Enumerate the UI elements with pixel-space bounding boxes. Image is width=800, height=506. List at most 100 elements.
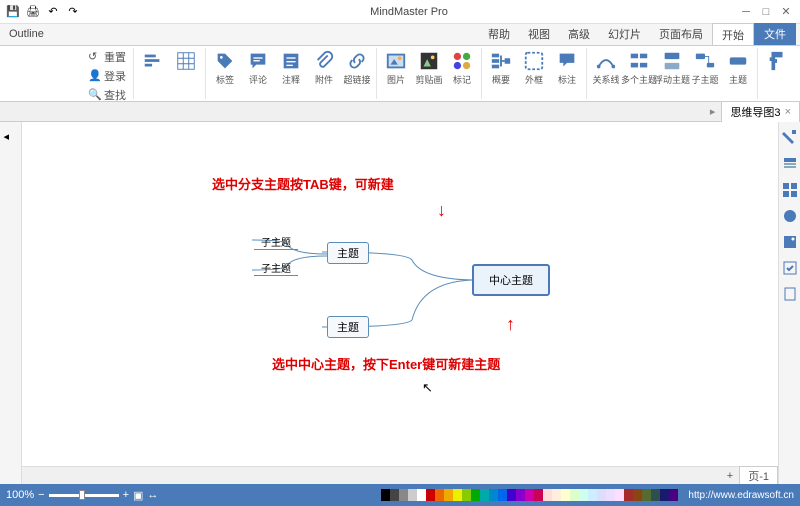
arrow-down-icon: ↓	[437, 200, 446, 221]
color-swatch[interactable]	[498, 489, 507, 501]
theme-panel-icon[interactable]	[782, 156, 798, 172]
multiple-topic-button[interactable]: 多个主题	[624, 48, 654, 86]
color-swatch[interactable]	[408, 489, 417, 501]
color-swatch[interactable]	[507, 489, 516, 501]
subtopic-node-1[interactable]: 子主题	[254, 234, 298, 250]
clipart-button[interactable]: 剪贴画	[414, 48, 444, 86]
slideshow-tab[interactable]: 幻灯片	[599, 23, 650, 45]
mark-button[interactable]: 标记	[447, 48, 477, 86]
zoom-level: 100%	[6, 489, 34, 501]
color-swatch[interactable]	[633, 489, 642, 501]
tag-button[interactable]: 标签	[210, 48, 240, 86]
doc-name: 思维导图3	[730, 104, 780, 120]
page-tab[interactable]: 页-1	[739, 466, 778, 486]
color-swatch[interactable]	[588, 489, 597, 501]
attachment-button[interactable]: 附件	[309, 48, 339, 86]
help-tab[interactable]: 帮助	[479, 23, 519, 45]
redo-icon[interactable]: ↷	[66, 5, 80, 19]
collapse-icon[interactable]: ◂	[4, 130, 18, 144]
color-swatch[interactable]	[453, 489, 462, 501]
color-swatch[interactable]	[462, 489, 471, 501]
boundary-button[interactable]: 外框	[519, 48, 549, 86]
minimize-button[interactable]: ─	[740, 6, 752, 18]
color-swatch[interactable]	[615, 489, 624, 501]
hyperlink-button[interactable]: 超链接	[342, 48, 372, 86]
color-swatch[interactable]	[426, 489, 435, 501]
color-swatch[interactable]	[651, 489, 660, 501]
topic-button[interactable]: 主题	[723, 48, 753, 86]
summary-button[interactable]: 概要	[486, 48, 516, 86]
color-swatch[interactable]	[489, 489, 498, 501]
color-swatch[interactable]	[561, 489, 570, 501]
color-swatch[interactable]	[543, 489, 552, 501]
save-icon[interactable]: 💾	[6, 5, 20, 19]
relation-button[interactable]: 关系线	[591, 48, 621, 86]
left-sidebar: ◂	[0, 122, 22, 484]
icon-panel-icon[interactable]	[782, 208, 798, 224]
color-swatch[interactable]	[525, 489, 534, 501]
color-swatch[interactable]	[480, 489, 489, 501]
gantt-button[interactable]	[138, 48, 168, 86]
floating-topic-button[interactable]: 浮动主题	[657, 48, 687, 86]
color-swatch[interactable]	[606, 489, 615, 501]
close-button[interactable]: ✕	[780, 6, 792, 18]
color-swatch[interactable]	[516, 489, 525, 501]
topic-node-2[interactable]: 主题	[327, 316, 369, 338]
comment-button[interactable]: 评论	[243, 48, 273, 86]
maximize-button[interactable]: □	[760, 6, 772, 18]
picture-button[interactable]: 图片	[381, 48, 411, 86]
central-topic-node[interactable]: 中心主题	[472, 264, 550, 296]
file-tab[interactable]: 文件	[754, 23, 796, 45]
format-painter-button[interactable]	[762, 48, 792, 86]
color-swatch[interactable]	[660, 489, 669, 501]
layout-tab[interactable]: 页面布局	[650, 23, 712, 45]
task-panel-icon[interactable]	[782, 260, 798, 276]
fit-page-icon[interactable]: ▣	[133, 489, 143, 502]
color-swatch[interactable]	[597, 489, 606, 501]
subtopic-node-2[interactable]: 子主题	[254, 260, 298, 276]
home-tab[interactable]: 开始	[712, 23, 754, 45]
topic-node-1[interactable]: 主题	[327, 242, 369, 264]
add-page-icon[interactable]: +	[721, 470, 739, 482]
color-swatch[interactable]	[534, 489, 543, 501]
color-swatch[interactable]	[624, 489, 633, 501]
color-swatch[interactable]	[552, 489, 561, 501]
color-swatch[interactable]	[435, 489, 444, 501]
history-panel-icon[interactable]	[782, 286, 798, 302]
color-swatch[interactable]	[417, 489, 426, 501]
tab-overflow-icon[interactable]: ▸	[704, 105, 722, 118]
callout-button[interactable]: 标注	[552, 48, 582, 86]
color-swatch[interactable]	[579, 489, 588, 501]
color-swatch[interactable]	[669, 489, 678, 501]
color-swatch[interactable]	[444, 489, 453, 501]
document-tab[interactable]: 思维导图3 ×	[721, 101, 800, 122]
zoom-slider[interactable]	[49, 494, 119, 497]
canvas[interactable]: 选中分支主题按TAB键，可新建 ↓ 中心主题 主题 主题 子主题 子主题 ↑ 选…	[22, 122, 778, 484]
color-swatch[interactable]	[570, 489, 579, 501]
page-bar: 页-1 +	[22, 466, 778, 484]
color-swatch[interactable]	[642, 489, 651, 501]
close-doc-icon[interactable]: ×	[785, 106, 791, 118]
format-panel-icon[interactable]	[782, 130, 798, 146]
note-button[interactable]: 注释	[276, 48, 306, 86]
clipart-panel-icon[interactable]	[782, 234, 798, 250]
table-button[interactable]	[171, 48, 201, 86]
fit-width-icon[interactable]: ↔	[147, 489, 158, 501]
zoom-out-button[interactable]: −	[38, 489, 44, 501]
color-swatch[interactable]	[390, 489, 399, 501]
color-swatch[interactable]	[399, 489, 408, 501]
outline-tab[interactable]: Outline	[0, 23, 53, 45]
color-swatch[interactable]	[381, 489, 390, 501]
subtopic-button[interactable]: 子主题	[690, 48, 720, 86]
find-button[interactable]: 🔍查找	[85, 86, 129, 104]
color-swatch[interactable]	[471, 489, 480, 501]
zoom-controls: 100% − + ▣ ↔	[6, 489, 158, 502]
print-icon[interactable]: 🖨	[26, 5, 40, 19]
view-tab[interactable]: 视图	[519, 23, 559, 45]
reset-button[interactable]: ↺重置	[85, 48, 129, 66]
advanced-tab[interactable]: 高级	[559, 23, 599, 45]
login-button[interactable]: 👤登录	[85, 67, 129, 85]
zoom-in-button[interactable]: +	[123, 489, 129, 501]
layout-panel-icon[interactable]	[782, 182, 798, 198]
undo-icon[interactable]: ↶	[46, 5, 60, 19]
